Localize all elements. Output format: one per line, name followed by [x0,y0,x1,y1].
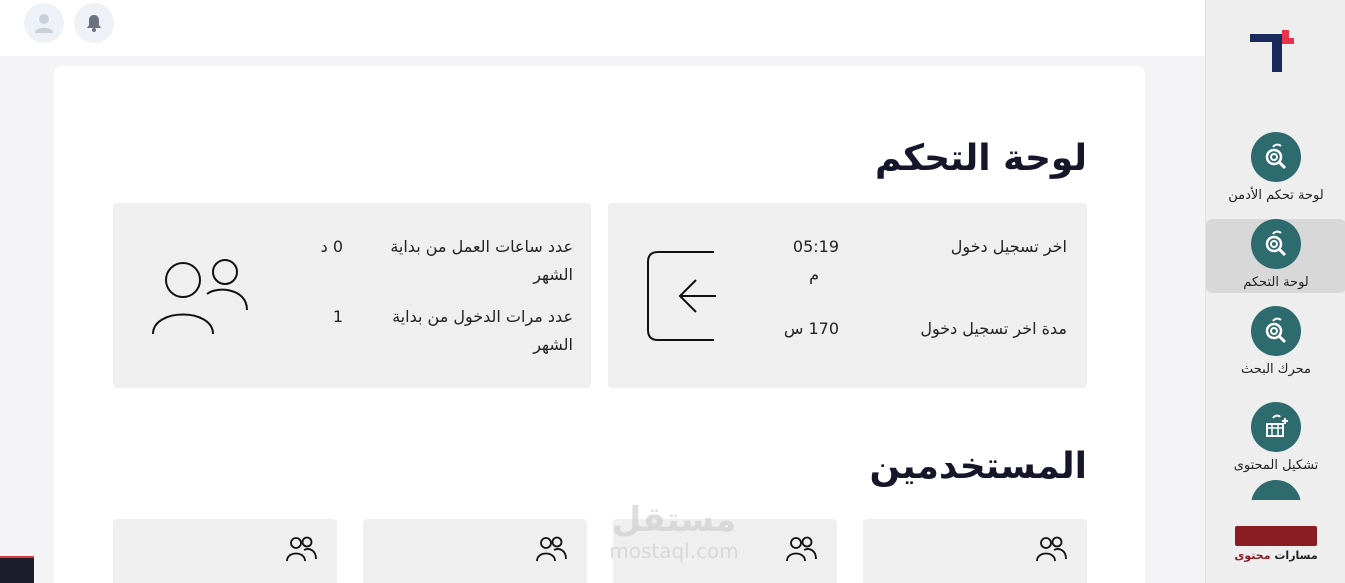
admin-gear-search-icon [1251,132,1301,182]
user-card[interactable] [113,519,337,583]
work-hours-label: عدد ساعات العمل من بداية [390,237,573,256]
sidebar-item-label: لوحة تحكم الأدمن [1228,188,1324,203]
user-card[interactable] [863,519,1087,583]
sidebar-item-content-builder[interactable]: تشكيل المحتوى [1206,402,1345,476]
user-avatar-button[interactable] [24,3,64,43]
watermark-arabic: مستقل [611,500,737,540]
watermark-latin: mostaql.com [609,539,739,563]
login-arrow-icon [647,251,716,341]
login-count-value: 1 [332,307,343,326]
bell-icon [87,15,101,32]
work-hours-value: 0 د [320,237,343,256]
content-builder-icon [1251,402,1301,452]
login-stats-card: اخر تسجيل دخول 05:19 م مدة اخر تسجيل دخو… [608,203,1087,388]
top-bar [0,0,1205,56]
sidebar-item-dashboard[interactable]: لوحة التحكم [1206,219,1345,293]
sidebar-item-admin-dashboard[interactable]: لوحة تحكم الأدمن [1206,132,1345,206]
work-hours-label-cont: الشهر [533,265,573,284]
dashboard-gear-search-icon [1251,219,1301,269]
notifications-button[interactable] [74,3,114,43]
users-group-icon [786,536,817,562]
brand-name-accent: محتوى [1234,549,1271,562]
search-engine-icon [1251,306,1301,356]
login-count-label: عدد مرات الدخول من بداية [392,307,573,326]
brand-mark [1235,526,1317,546]
watermark: مستقل mostaql.com [594,500,754,570]
sidebar-item-label: تشكيل المحتوى [1233,458,1319,473]
app-logo [1250,30,1294,72]
users-group-icon [536,536,567,562]
user-card[interactable] [363,519,587,583]
document-icon [1251,480,1301,500]
corner-app-icon[interactable] [0,556,34,583]
page-title: لوحة التحكم [874,138,1087,179]
work-stats-card: عدد ساعات العمل من بداية الشهر 0 د عدد م… [113,203,591,388]
sidebar-item-search-engine[interactable]: محرك البحث [1206,306,1345,380]
last-login-period: م [809,265,819,284]
brand-name: مسارات [1270,549,1318,562]
brand-logo: مسارات محتوى [1234,526,1318,568]
sidebar-item-partial[interactable] [1251,480,1301,500]
users-group-icon [1036,536,1067,562]
sidebar: لوحة تحكم الأدمن لوحة التحكم محرك البحث [1205,0,1345,583]
user-icon [35,14,53,33]
users-icon [152,259,248,334]
last-login-time: 05:19 [792,237,839,256]
last-login-label: اخر تسجيل دخول [950,237,1067,256]
login-count-label-cont: الشهر [533,335,573,354]
sidebar-item-label: محرك البحث [1240,362,1312,377]
users-section-title: المستخدمين [869,446,1087,487]
sidebar-item-label: لوحة التحكم [1243,275,1309,290]
users-group-icon [286,536,317,562]
last-duration-label: مدة اخر تسجيل دخول [920,319,1067,338]
last-duration-value: 170 س [783,319,839,338]
